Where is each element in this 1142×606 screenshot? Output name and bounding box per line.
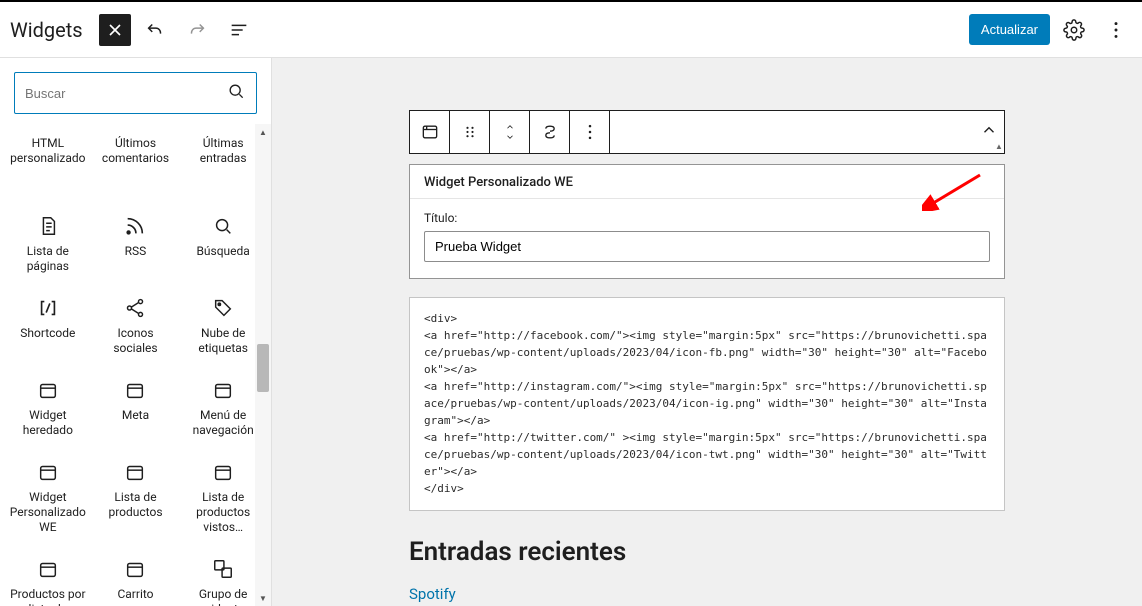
block-label: Lista de páginas <box>8 244 88 274</box>
block-item[interactable]: Shortcode <box>4 284 92 366</box>
pages-icon <box>36 214 60 238</box>
shortcode-icon <box>36 296 60 320</box>
box-icon <box>36 378 60 402</box>
block-label: Búsqueda <box>196 244 249 259</box>
block-label: Menú de navegación <box>183 408 263 438</box>
list-item: Spotify <box>409 585 1005 603</box>
scroll-down-arrow[interactable]: ▼ <box>255 590 271 606</box>
block-label: RSS <box>125 244 147 259</box>
block-item[interactable]: Lista de productos <box>92 448 180 545</box>
update-button[interactable]: Actualizar <box>969 14 1050 45</box>
block-scroll-up-arrow[interactable]: ▲ <box>993 140 1005 152</box>
undo-button[interactable] <box>137 12 173 48</box>
search-input[interactable] <box>25 86 226 101</box>
recent-posts-heading: Entradas recientes <box>409 537 1005 567</box>
widget-card: Widget Personalizado WE Título: <box>409 164 1005 279</box>
block-item[interactable]: Últimas entradas <box>179 124 267 202</box>
block-item[interactable]: RSS <box>92 202 180 284</box>
block-item[interactable]: Meta <box>92 366 180 448</box>
block-item[interactable]: Lista de páginas <box>4 202 92 284</box>
block-options-button[interactable] <box>570 111 610 153</box>
widget-card-header: Widget Personalizado WE <box>410 165 1004 199</box>
block-item[interactable]: Búsqueda <box>179 202 267 284</box>
rss-icon <box>123 214 147 238</box>
box-icon <box>211 378 235 402</box>
scrollbar[interactable]: ▲ ▼ <box>255 124 271 606</box>
block-item[interactable]: Iconos sociales <box>92 284 180 366</box>
scrollbar-thumb[interactable] <box>257 344 269 392</box>
block-item[interactable]: Widget Personalizado WE <box>4 448 92 545</box>
block-label: Lista de productos vistos… <box>183 490 263 535</box>
share-icon <box>123 296 147 320</box>
box-icon <box>123 460 147 484</box>
block-label: Meta <box>122 408 149 423</box>
block-label: Iconos sociales <box>96 326 176 356</box>
block-label: Productos por lista de puntuaciones <box>8 587 88 606</box>
block-inserter-sidebar: HTML personalizado Últimos comentariosÚlt… <box>0 58 272 606</box>
widget-title-input[interactable] <box>424 231 990 262</box>
block-item[interactable]: Grupo de widgets <box>179 545 267 606</box>
redo-button[interactable] <box>179 12 215 48</box>
block-label: Lista de productos <box>96 490 176 520</box>
block-item[interactable]: Carrito <box>92 545 180 606</box>
editor-canvas[interactable]: ▲ Widget Personalizado WE Título: <box>272 58 1142 606</box>
box-icon <box>36 460 60 484</box>
block-label: Carrito <box>117 587 153 602</box>
topbar: Widgets Actualizar <box>0 2 1142 58</box>
box-icon <box>123 378 147 402</box>
block-search-box[interactable] <box>14 72 257 114</box>
block-label: Grupo de widgets <box>183 587 263 606</box>
block-item[interactable]: HTML personalizado <box>4 124 92 202</box>
block-label: Widget heredado <box>8 408 88 438</box>
block-label: HTML personalizado <box>8 136 88 166</box>
block-label: Últimas entradas <box>183 136 263 166</box>
scroll-up-arrow[interactable]: ▲ <box>255 124 271 140</box>
block-grid-scroll[interactable]: HTML personalizado Últimos comentariosÚlt… <box>0 124 271 606</box>
block-label: Nube de etiquetas <box>183 326 263 356</box>
block-item[interactable]: Widget heredado <box>4 366 92 448</box>
drag-handle[interactable] <box>450 111 490 153</box>
tag-icon <box>211 296 235 320</box>
transform-button[interactable] <box>530 111 570 153</box>
page-title: Widgets <box>10 18 83 42</box>
block-label: Shortcode <box>20 326 75 341</box>
block-label: Últimos comentarios <box>96 136 176 166</box>
settings-button[interactable] <box>1056 12 1092 48</box>
block-item[interactable]: Menú de navegación <box>179 366 267 448</box>
search-icon <box>226 81 246 105</box>
title-field-label: Título: <box>424 211 990 225</box>
block-item[interactable]: Últimos comentarios <box>92 124 180 202</box>
close-inserter-button[interactable] <box>99 14 131 46</box>
block-toolbar <box>409 110 1005 154</box>
block-type-icon[interactable] <box>410 111 450 153</box>
block-label: Widget Personalizado WE <box>8 490 88 535</box>
post-link[interactable]: Spotify <box>409 585 456 603</box>
list-view-button[interactable] <box>221 12 257 48</box>
group-icon <box>211 557 235 581</box>
block-item[interactable]: Lista de productos vistos… <box>179 448 267 545</box>
custom-html-block[interactable]: <div> <a href="http://facebook.com/"><im… <box>409 297 1005 511</box>
box-icon <box>36 557 60 581</box>
options-button[interactable] <box>1098 12 1134 48</box>
box-icon <box>123 557 147 581</box>
box-icon <box>211 460 235 484</box>
block-item[interactable]: Productos por lista de puntuaciones <box>4 545 92 606</box>
block-item[interactable]: Nube de etiquetas <box>179 284 267 366</box>
move-up-down[interactable] <box>490 111 530 153</box>
search-icon <box>211 214 235 238</box>
